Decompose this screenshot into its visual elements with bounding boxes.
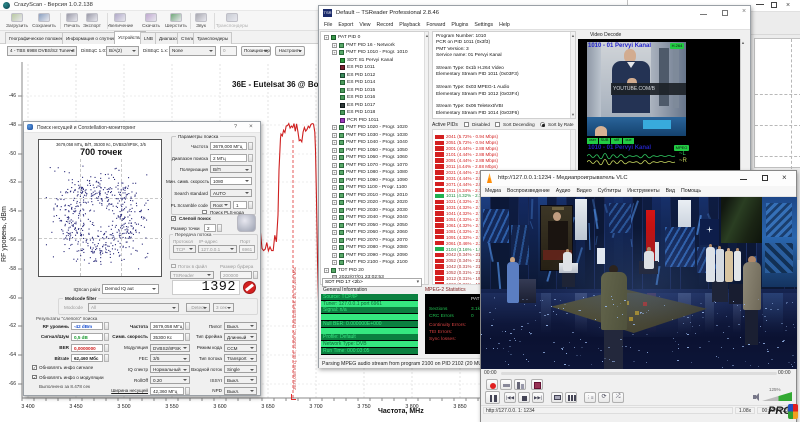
svg-text:3679,058 МГц, В/Л, 35300 Кс, D: 3679,058 МГц, В/Л, 35300 Кс, DVBS2/8PSK …: [292, 266, 297, 390]
